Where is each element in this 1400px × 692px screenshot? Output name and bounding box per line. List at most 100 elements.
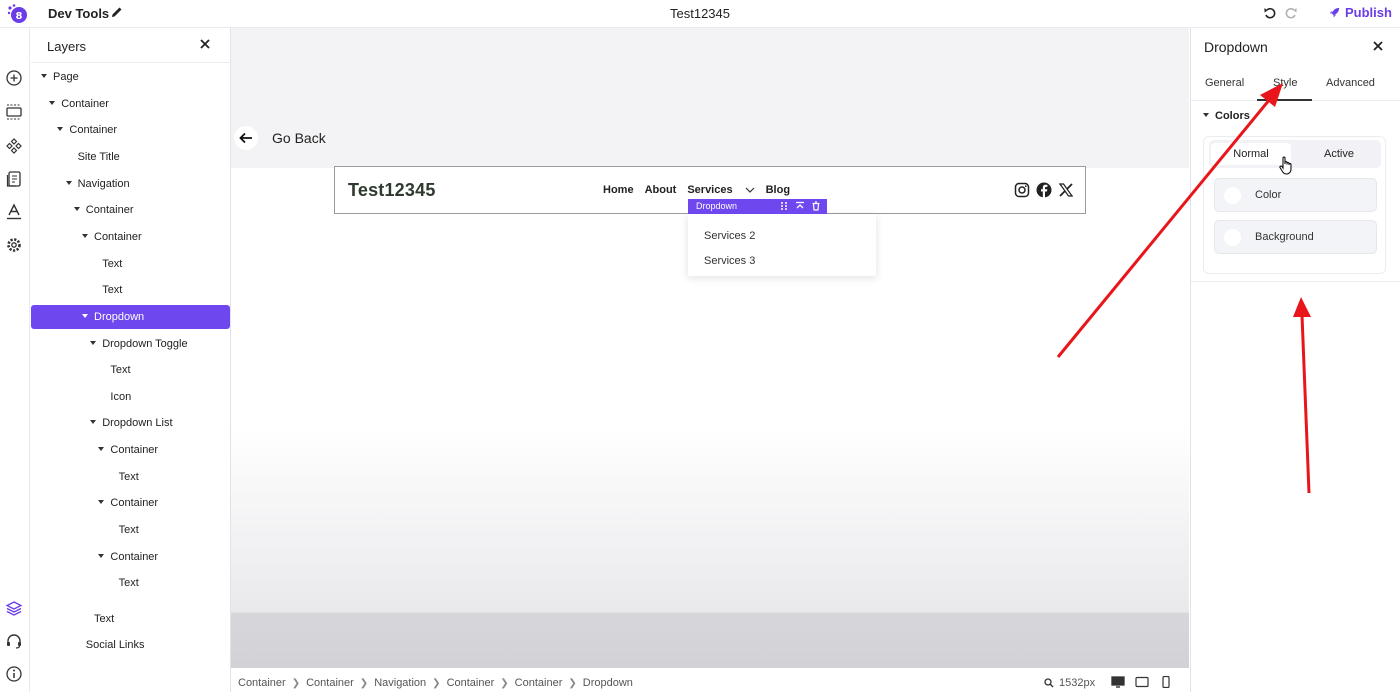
selected-element-tag[interactable]: Dropdown: [688, 199, 827, 214]
delete-icon[interactable]: [811, 201, 821, 211]
edit-pencil-icon[interactable]: [110, 5, 124, 19]
breadcrumb-item[interactable]: Dropdown: [583, 677, 633, 689]
desktop-icon[interactable]: [1111, 676, 1125, 688]
caret-down-icon[interactable]: [57, 127, 64, 132]
dropdown-item[interactable]: Services 3: [704, 255, 755, 267]
close-icon[interactable]: [199, 38, 211, 50]
layer-row[interactable]: Text: [31, 518, 230, 542]
app-logo-icon[interactable]: 8: [6, 3, 28, 25]
layer-label: Page: [53, 71, 79, 83]
color-picker-field[interactable]: Color: [1214, 178, 1377, 212]
layer-row[interactable]: Container: [31, 198, 230, 222]
dropdown-item[interactable]: Services 2: [704, 230, 755, 242]
layer-row[interactable]: Text: [31, 278, 230, 302]
breadcrumb-item[interactable]: Container: [306, 677, 354, 689]
section-title: Colors: [1215, 110, 1250, 122]
x-icon[interactable]: [1058, 182, 1074, 198]
layer-row[interactable]: Container: [31, 118, 230, 142]
layer-row[interactable]: Container: [31, 92, 230, 116]
zoom-control[interactable]: 1532px: [1044, 677, 1095, 689]
redo-icon[interactable]: [1284, 6, 1298, 20]
caret-down-icon[interactable]: [98, 554, 105, 559]
close-icon[interactable]: [1373, 41, 1383, 51]
layer-label: Text: [118, 577, 139, 589]
nav-link-home[interactable]: Home: [603, 184, 634, 196]
tab-style[interactable]: Style: [1273, 77, 1297, 89]
color-swatch[interactable]: [1224, 187, 1241, 204]
site-title[interactable]: Test12345: [348, 180, 436, 201]
select-parent-icon[interactable]: [795, 201, 805, 211]
layer-row[interactable]: Icon: [31, 385, 230, 409]
state-active-button[interactable]: Active: [1304, 143, 1374, 165]
layer-row[interactable]: Social Links: [31, 633, 230, 657]
caret-down-icon[interactable]: [90, 420, 97, 425]
mobile-icon[interactable]: [1159, 676, 1173, 688]
arrow-left-icon: [239, 132, 252, 144]
layer-row-selected[interactable]: Dropdown: [31, 305, 230, 329]
facebook-icon[interactable]: [1036, 182, 1052, 198]
pages-icon[interactable]: [5, 170, 23, 188]
caret-down-icon[interactable]: [41, 74, 47, 79]
caret-down-icon: [1203, 113, 1209, 117]
caret-down-icon[interactable]: [90, 341, 97, 346]
section-icon[interactable]: [5, 103, 23, 121]
caret-down-icon[interactable]: [73, 207, 80, 212]
layer-row[interactable]: Container: [31, 438, 230, 462]
breadcrumb-item[interactable]: Container: [447, 677, 495, 689]
layer-row[interactable]: Container: [31, 491, 230, 515]
layer-row[interactable]: Container: [31, 225, 230, 249]
layer-label: Container: [110, 444, 159, 456]
layer-row[interactable]: Text: [31, 607, 230, 631]
layer-row[interactable]: Text: [31, 252, 230, 276]
add-icon[interactable]: [5, 69, 23, 87]
zoom-icon: [1044, 678, 1054, 688]
layer-label: Text: [94, 613, 115, 625]
layer-label: Dropdown Toggle: [102, 338, 188, 350]
layer-row[interactable]: Dropdown Toggle: [31, 332, 230, 356]
background-swatch[interactable]: [1224, 229, 1241, 246]
go-back-circle[interactable]: [234, 126, 258, 150]
background-picker-field[interactable]: Background: [1214, 220, 1377, 254]
layer-row[interactable]: Text: [31, 571, 230, 595]
tab-advanced[interactable]: Advanced: [1326, 77, 1375, 89]
nav-link-services[interactable]: Services: [687, 184, 732, 196]
field-label: Background: [1255, 231, 1314, 243]
nav-link-about[interactable]: About: [645, 184, 677, 196]
layer-row[interactable]: Site Title: [31, 145, 230, 169]
info-icon[interactable]: [5, 665, 23, 683]
layer-row[interactable]: Container: [31, 545, 230, 569]
nav-link-blog[interactable]: Blog: [766, 184, 790, 196]
caret-down-icon[interactable]: [82, 234, 88, 239]
caret-down-icon[interactable]: [49, 101, 56, 106]
undo-icon[interactable]: [1263, 6, 1277, 20]
caret-down-icon[interactable]: [98, 447, 105, 452]
layer-row[interactable]: Page: [31, 65, 230, 89]
breadcrumb-item[interactable]: Container: [515, 677, 563, 689]
layer-label: Text: [102, 258, 123, 270]
chevron-down-icon[interactable]: [745, 186, 755, 194]
go-back-button[interactable]: Go Back: [234, 126, 326, 150]
layer-row[interactable]: Text: [31, 358, 230, 382]
caret-down-icon[interactable]: [65, 181, 72, 186]
tab-general[interactable]: General: [1205, 77, 1244, 89]
colors-section-header[interactable]: Colors: [1203, 110, 1250, 122]
drag-handle-icon[interactable]: [779, 201, 789, 211]
components-icon[interactable]: [5, 137, 23, 155]
support-icon[interactable]: [5, 632, 23, 650]
layer-row[interactable]: Text: [31, 465, 230, 489]
breadcrumb-item[interactable]: Navigation: [374, 677, 426, 689]
layer-row[interactable]: Navigation: [31, 172, 230, 196]
settings-icon[interactable]: [5, 236, 23, 254]
editor-canvas[interactable]: Go Back Test12345 Home About Services Bl…: [231, 28, 1189, 668]
layer-row[interactable]: Dropdown List: [31, 411, 230, 435]
panel-title: Dropdown: [1204, 39, 1268, 55]
tablet-icon[interactable]: [1135, 676, 1149, 688]
instagram-icon[interactable]: [1014, 182, 1030, 198]
caret-down-icon[interactable]: [82, 314, 88, 319]
publish-button[interactable]: Publish: [1328, 5, 1392, 20]
rocket-icon: [1329, 7, 1340, 18]
layers-icon[interactable]: [5, 599, 23, 617]
typography-icon[interactable]: [5, 203, 23, 221]
breadcrumb-item[interactable]: Container: [238, 677, 286, 689]
caret-down-icon[interactable]: [98, 500, 105, 505]
